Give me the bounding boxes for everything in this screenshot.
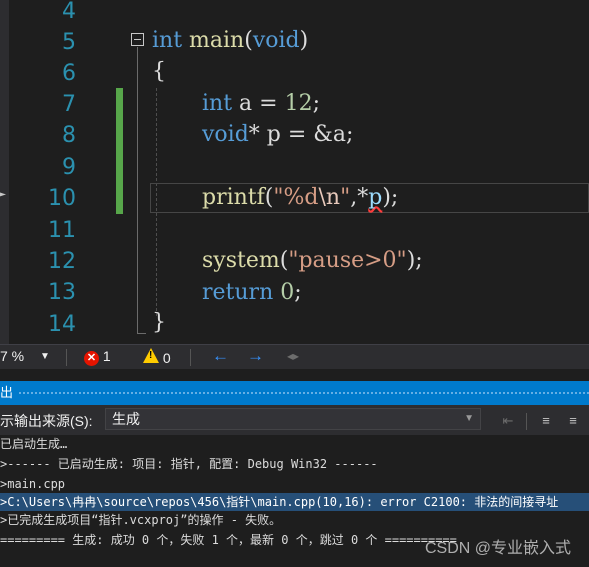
expand-arrow-icon[interactable]: ► [0, 190, 6, 200]
outline-guide [137, 47, 138, 334]
output-panel-header: 出 [0, 381, 589, 405]
output-source-label: 示输出来源(S): [0, 413, 93, 429]
line-number: 12 [48, 249, 76, 274]
outline-guide-end [137, 333, 146, 334]
output-line: 已启动生成… [0, 437, 68, 451]
watermark: CSDN @专业嵌入式 [424, 540, 571, 557]
separator [66, 349, 67, 366]
separator [526, 413, 527, 430]
align-right-icon[interactable]: ≡ [562, 409, 584, 431]
code-line-7: int a = 12; [202, 91, 320, 116]
error-count: 1 [102, 348, 111, 364]
line-number: 8 [62, 123, 76, 148]
warning-count: 0 [162, 350, 171, 366]
error-squiggle: p [368, 185, 383, 210]
output-panel-title: 出 [0, 385, 14, 400]
line-number: 7 [62, 92, 76, 117]
change-indicator-bar [116, 88, 123, 214]
panel-gap [0, 369, 589, 381]
code-line-13: return 0; [202, 280, 302, 305]
editor-status-bar: 7 % ▼ ✕ 1 ! 0 ← → ◂▸ [0, 344, 589, 369]
code-editor[interactable]: ► 4 5 6 7 8 9 10 11 12 13 14 int main(vo… [0, 0, 589, 344]
separator [190, 349, 191, 366]
zoom-dropdown-icon[interactable]: ▼ [40, 351, 50, 362]
line-number: 14 [48, 312, 76, 337]
output-source-select[interactable]: 生成 ▼ [105, 408, 481, 430]
code-line-5: int main(void) [152, 28, 309, 53]
output-line: >------ 已启动生成: 项目: 指针, 配置: Debug Win32 -… [0, 457, 378, 471]
more-icon[interactable]: ◂▸ [287, 349, 299, 363]
warning-icon: ! [143, 348, 159, 363]
output-toolbar: 示输出来源(S): 生成 ▼ ⇤ ≡ ≡ [0, 405, 589, 435]
line-number: 9 [62, 155, 76, 180]
output-source-value: 生成 [112, 411, 140, 427]
collapse-icon[interactable] [131, 33, 144, 46]
output-line: >main.cpp [0, 477, 66, 491]
line-number: 10 [48, 186, 76, 211]
zoom-level[interactable]: 7 % [0, 348, 24, 364]
align-left-icon[interactable]: ≡ [535, 409, 557, 431]
find-message-icon[interactable]: ⇤ [497, 409, 519, 431]
header-grip [18, 391, 589, 395]
line-number: 4 [62, 0, 76, 24]
nav-forward-icon[interactable]: → [247, 346, 264, 366]
line-number: 5 [62, 30, 76, 55]
code-line-14: } [152, 310, 166, 335]
error-icon: ✕ [84, 351, 99, 366]
chevron-down-icon: ▼ [464, 413, 474, 424]
code-line-6: { [152, 59, 166, 84]
output-line: >已完成生成项目“指针.vcxproj”的操作 - 失败。 [0, 513, 282, 527]
editor-left-strip: ► [0, 0, 9, 344]
nav-back-icon[interactable]: ← [212, 346, 229, 366]
line-number: 6 [62, 61, 76, 86]
line-number: 13 [48, 280, 76, 305]
output-line-error[interactable]: >C:\Users\冉冉\source\repos\456\指针\main.cp… [0, 493, 589, 511]
warning-count-button[interactable]: ! 0 [143, 348, 171, 366]
code-line-10: printf("%d\n",*p); [202, 185, 399, 210]
error-count-button[interactable]: ✕ 1 [84, 348, 111, 366]
code-line-12: system("pause>0"); [202, 248, 423, 273]
code-line-8: void* p = &a; [202, 122, 354, 147]
line-number: 11 [48, 218, 76, 243]
